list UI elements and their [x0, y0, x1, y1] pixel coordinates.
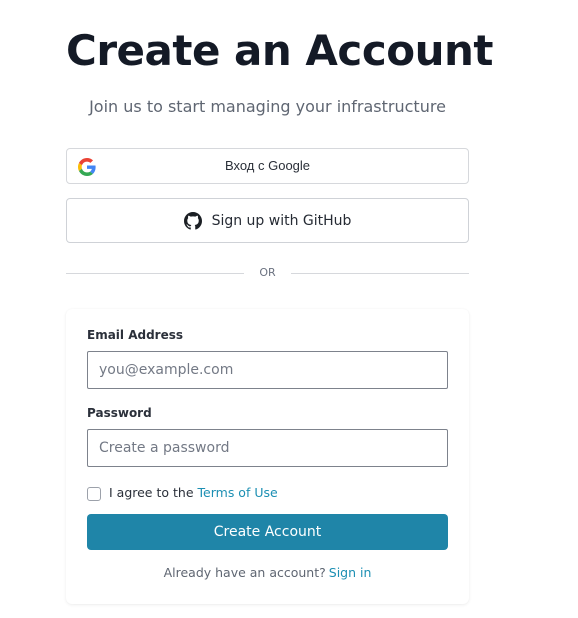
- google-signin-label: Вход с Google: [224, 158, 311, 173]
- email-label: Email Address: [87, 328, 184, 342]
- terms-of-use-link[interactable]: Terms of Use: [198, 485, 278, 500]
- github-signup-button[interactable]: Sign up with GitHub: [66, 198, 469, 243]
- page-title: Create an Account: [66, 26, 493, 75]
- terms-agreement-row: I agree to the Terms of Use: [87, 483, 278, 501]
- password-input[interactable]: [87, 429, 448, 467]
- sign-in-link[interactable]: Sign in: [329, 565, 372, 580]
- password-label: Password: [87, 406, 152, 420]
- divider-line-right: [291, 273, 469, 274]
- create-account-button[interactable]: Create Account: [87, 514, 448, 550]
- agree-text: I agree to the: [109, 484, 194, 500]
- github-signup-label: Sign up with GitHub: [211, 212, 352, 229]
- have-account-text: Already have an account?: [163, 565, 326, 580]
- terms-checkbox[interactable]: [87, 486, 101, 501]
- google-signin-button[interactable]: Вход с Google: [66, 148, 469, 184]
- github-icon: [183, 211, 202, 230]
- email-input[interactable]: [87, 351, 448, 389]
- page-subtitle: Join us to start managing your infrastru…: [89, 97, 446, 116]
- or-divider: OR: [66, 264, 469, 282]
- signin-prompt: Already have an account? Sign in: [66, 565, 469, 580]
- signup-form-card: Email Address Password I agree to the Te…: [66, 309, 469, 604]
